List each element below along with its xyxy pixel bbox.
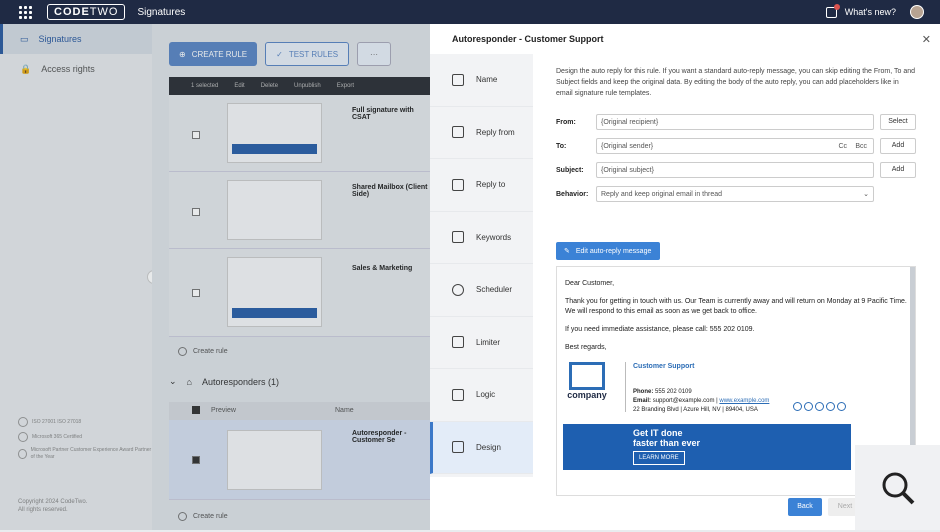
design-icon: [452, 441, 464, 454]
edit-auto-reply-button[interactable]: ✎ Edit auto-reply message: [556, 242, 660, 260]
editor-nav: Name Reply from Reply to Keywords Schedu…: [430, 54, 533, 477]
top-bar: CODETWO Signatures What's new?: [0, 0, 940, 24]
tab-scheduler[interactable]: Scheduler: [430, 264, 533, 317]
design-description: Design the auto reply for this rule. If …: [556, 68, 916, 97]
tab-name[interactable]: Name: [430, 54, 533, 107]
to-field[interactable]: {Original sender} Cc Bcc: [596, 138, 874, 154]
logic-icon: [452, 388, 464, 401]
limiter-icon: [452, 336, 464, 349]
cc-toggle[interactable]: Cc: [838, 143, 847, 150]
bcc-toggle[interactable]: Bcc: [855, 143, 867, 150]
avatar[interactable]: [910, 5, 924, 19]
chevron-down-icon: ⌄: [863, 191, 869, 198]
tab-keywords[interactable]: Keywords: [430, 212, 533, 264]
subject-field[interactable]: {Original subject}: [596, 162, 874, 178]
tab-logic[interactable]: Logic: [430, 369, 533, 422]
keywords-icon: [452, 231, 464, 244]
search-icon: [882, 472, 915, 505]
tab-reply-to[interactable]: Reply to: [430, 159, 533, 212]
app-launcher-icon[interactable]: [17, 4, 33, 20]
close-icon[interactable]: ✕: [922, 33, 931, 46]
pencil-icon: ✎: [564, 248, 570, 255]
codetwo-logo: CODETWO: [47, 4, 126, 20]
modal-overlay: [0, 24, 430, 530]
app-name: Signatures: [137, 6, 186, 18]
promo-banner: Get IT done faster than ever LEARN MORE: [563, 424, 851, 470]
add-to-button[interactable]: Add: [880, 138, 916, 154]
twitter-icon: [815, 402, 824, 411]
tab-limiter[interactable]: Limiter: [430, 317, 533, 369]
behavior-select[interactable]: Reply and keep original email in thread ⌄: [596, 186, 874, 202]
panel-title: Autoresponder - Customer Support: [452, 34, 604, 44]
social-icons: [793, 402, 846, 411]
youtube-icon: [826, 402, 835, 411]
tab-design[interactable]: Design: [430, 421, 533, 474]
whats-new-link[interactable]: What's new?: [845, 7, 896, 17]
add-subject-button[interactable]: Add: [880, 162, 916, 178]
users-arrow-icon: [452, 178, 464, 191]
back-button[interactable]: Back: [788, 498, 822, 516]
users-icon: [452, 126, 464, 139]
website-link[interactable]: www.example.com: [719, 398, 769, 404]
from-field[interactable]: {Original recipient}: [596, 114, 874, 130]
tab-reply-from[interactable]: Reply from: [430, 107, 533, 159]
learn-more-button[interactable]: LEARN MORE: [633, 451, 685, 465]
gift-icon[interactable]: [825, 3, 840, 18]
signpost-icon: [452, 73, 464, 86]
pinterest-icon: [837, 402, 846, 411]
magnifier-overlay[interactable]: [855, 445, 940, 530]
select-button[interactable]: Select: [880, 114, 916, 130]
company-logo: company: [563, 362, 611, 410]
facebook-icon: [793, 402, 802, 411]
clock-icon: [452, 283, 464, 296]
linkedin-icon: [804, 402, 813, 411]
